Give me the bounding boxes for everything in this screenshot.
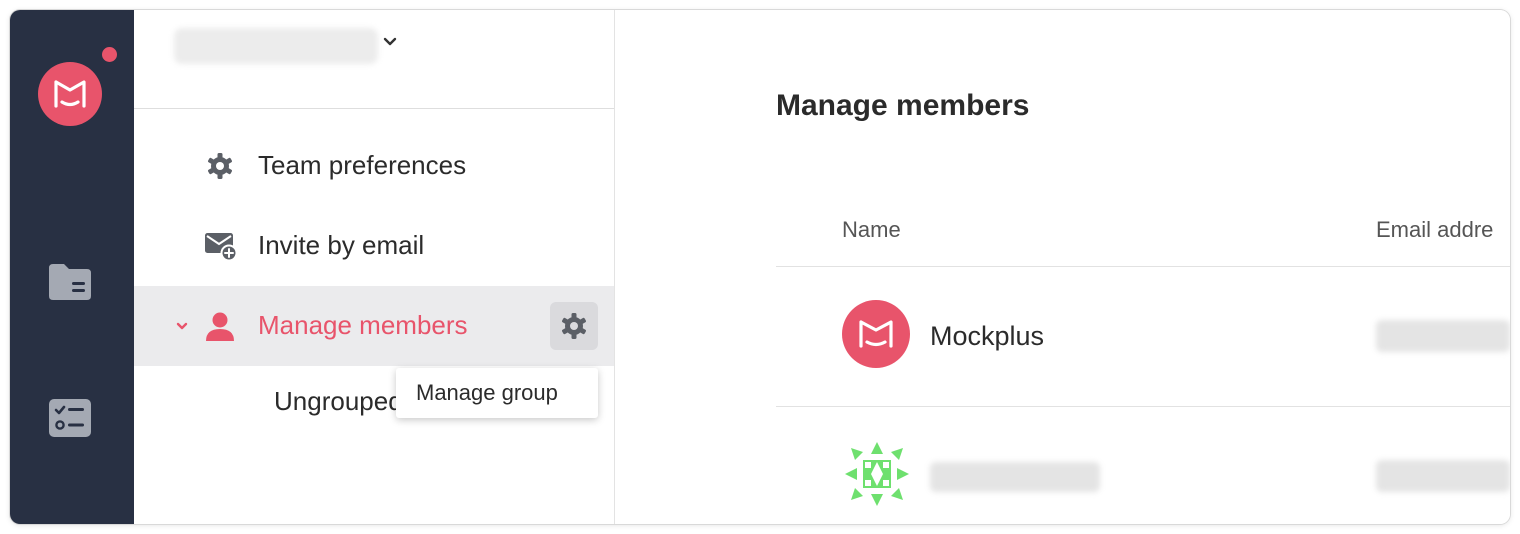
avatar bbox=[842, 300, 910, 368]
menu-item-invite-by-email[interactable]: Invite by email bbox=[134, 206, 614, 286]
menu-item-label: Invite by email bbox=[258, 230, 425, 260]
member-name: Mockplus bbox=[930, 321, 1045, 351]
gear-icon bbox=[562, 313, 586, 339]
member-email-redacted bbox=[1376, 320, 1510, 352]
task-list-icon[interactable] bbox=[48, 398, 92, 438]
main-content: Manage members Name Email addre Mockplus bbox=[615, 10, 1510, 524]
app-window: Team preferences Invite by email Manage … bbox=[10, 10, 1510, 524]
menu-item-label: Team preferences bbox=[258, 150, 467, 180]
avatar bbox=[843, 440, 911, 508]
menu-item-manage-members[interactable]: Manage members bbox=[134, 286, 614, 366]
menu-item-label: Manage members bbox=[258, 310, 468, 340]
column-header-email[interactable]: Email addre bbox=[1376, 217, 1493, 243]
manage-group-button[interactable] bbox=[550, 302, 598, 350]
notification-dot bbox=[102, 47, 117, 62]
menu-subitem-ungrouped[interactable]: Ungrouped bbox=[274, 384, 403, 418]
tooltip: Manage group bbox=[396, 368, 598, 418]
member-email-redacted bbox=[1376, 460, 1510, 492]
folder-icon[interactable] bbox=[48, 262, 92, 302]
team-settings-menu: Team preferences Invite by email Manage … bbox=[134, 10, 615, 524]
column-header-name[interactable]: Name bbox=[842, 217, 901, 243]
page-title: Manage members bbox=[776, 89, 1030, 122]
chevron-down-icon[interactable] bbox=[174, 318, 190, 334]
member-name-redacted bbox=[930, 462, 1100, 492]
row-divider bbox=[776, 406, 1510, 407]
menu-item-team-preferences[interactable]: Team preferences bbox=[134, 126, 614, 206]
mail-plus-icon bbox=[204, 230, 238, 262]
mockplus-logo-icon[interactable] bbox=[38, 62, 102, 126]
header-divider bbox=[776, 266, 1510, 267]
user-icon bbox=[204, 310, 236, 342]
tooltip-text: Manage group bbox=[416, 380, 558, 405]
sidebar-rail bbox=[10, 10, 134, 524]
gear-icon bbox=[204, 150, 236, 182]
team-switcher[interactable] bbox=[134, 10, 614, 109]
chevron-down-icon[interactable] bbox=[382, 34, 398, 50]
team-name-redacted bbox=[174, 28, 378, 64]
